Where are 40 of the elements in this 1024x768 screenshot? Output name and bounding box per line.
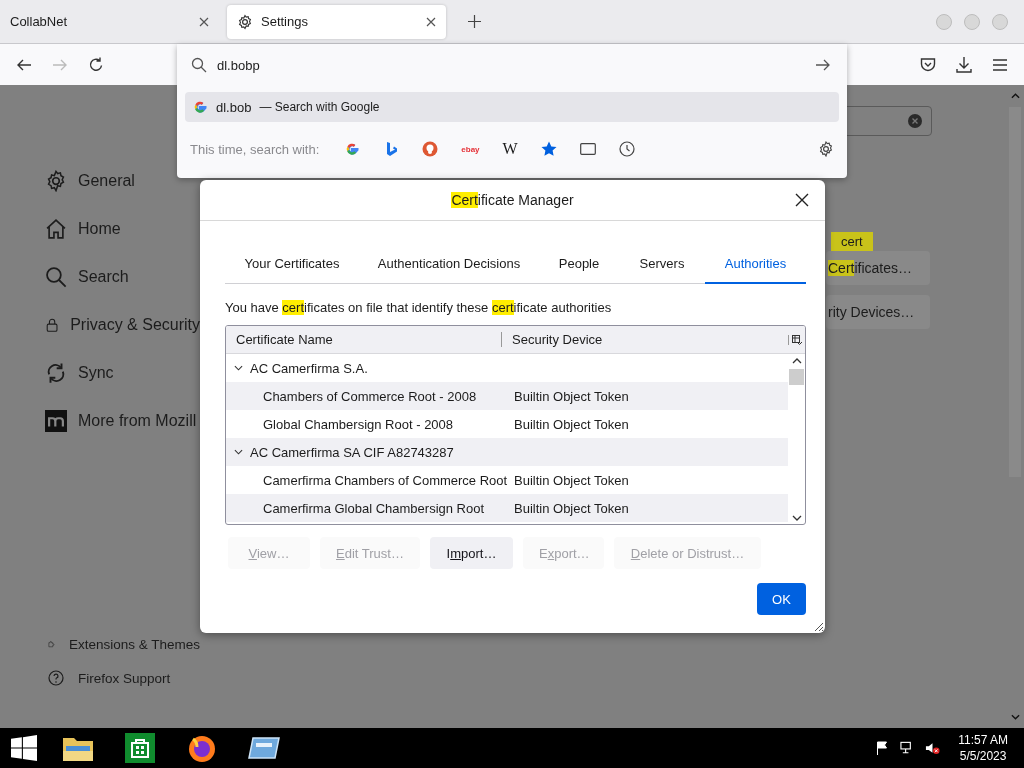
ok-button[interactable]: OK	[757, 583, 806, 615]
group-name: AC Camerfirma SA CIF A82743287	[250, 444, 454, 460]
table-cell-text: Builtin Object Token	[514, 500, 630, 516]
sidebar-link[interactable]: Extensions & Themes	[48, 636, 200, 652]
sidebar-item[interactable]: Privacy & Security	[45, 312, 200, 338]
sidebar-item[interactable]: Search	[45, 264, 200, 290]
table-cell-text: Chambers of Commerce Root - 2008	[262, 388, 478, 404]
group-name: AC Camerfirma S.A.	[250, 360, 368, 376]
browser-tab[interactable]: Settings	[227, 4, 446, 39]
tree-group-row[interactable]: AC Camerfirma SA CIF A82743287	[226, 438, 788, 466]
table-cell-text: Builtin Object Token	[514, 472, 630, 488]
table-cell-text: Global Chambersign Root - 2008	[262, 416, 455, 432]
column-header[interactable]: Security Device	[502, 332, 788, 347]
clock-date: 5/5/2023	[959, 748, 1007, 764]
dialog-tab[interactable]: Authentication Decisions	[359, 256, 539, 284]
dialog-tab[interactable]: Authorities	[705, 256, 806, 284]
browser-tab[interactable]: CollabNet	[0, 4, 219, 39]
sidebar-item[interactable]: Home	[45, 216, 200, 242]
ebay-logo[interactable]: ebay	[461, 144, 480, 154]
wikipedia-logo[interactable]: W	[502, 140, 518, 158]
sidebar-item[interactable]: General	[45, 168, 200, 194]
table-row[interactable]: Camerfirma Global Chambersign Root Builtin Object Token	[226, 494, 788, 522]
table-cell-text: Builtin Object Token	[514, 416, 630, 432]
highlight-badge: cert	[831, 232, 873, 251]
sidebar-item[interactable]: More from Mozill	[45, 408, 200, 434]
search-with-label: This time, search with:	[190, 141, 320, 157]
table-cell-text: Builtin Object Token	[514, 388, 630, 404]
table-row[interactable]: Chambers of Commerce Root - 2008 Builtin Object Token	[226, 382, 788, 410]
dialog-tab[interactable]: Your Certificates	[225, 256, 359, 284]
column-header[interactable]: Certificate Name	[226, 332, 502, 347]
clock-time: 11:57 AM	[958, 732, 1008, 748]
dialog-tab[interactable]: People	[539, 256, 619, 284]
page-button[interactable]: rity Devices…	[826, 295, 930, 329]
dialog-tab[interactable]: Servers	[619, 256, 705, 284]
sidebar-item[interactable]: Sync	[45, 360, 200, 386]
suggestion-item[interactable]: dl.bob — Search with Google	[185, 92, 839, 122]
dialog-button[interactable]: Import…	[430, 537, 513, 569]
sidebar-link[interactable]: Firefox Support	[48, 670, 200, 686]
table-cell-text: Camerfirma Global Chambersign Root	[262, 500, 486, 516]
table-cell-text: Camerfirma Chambers of Commerce Root	[262, 472, 509, 488]
